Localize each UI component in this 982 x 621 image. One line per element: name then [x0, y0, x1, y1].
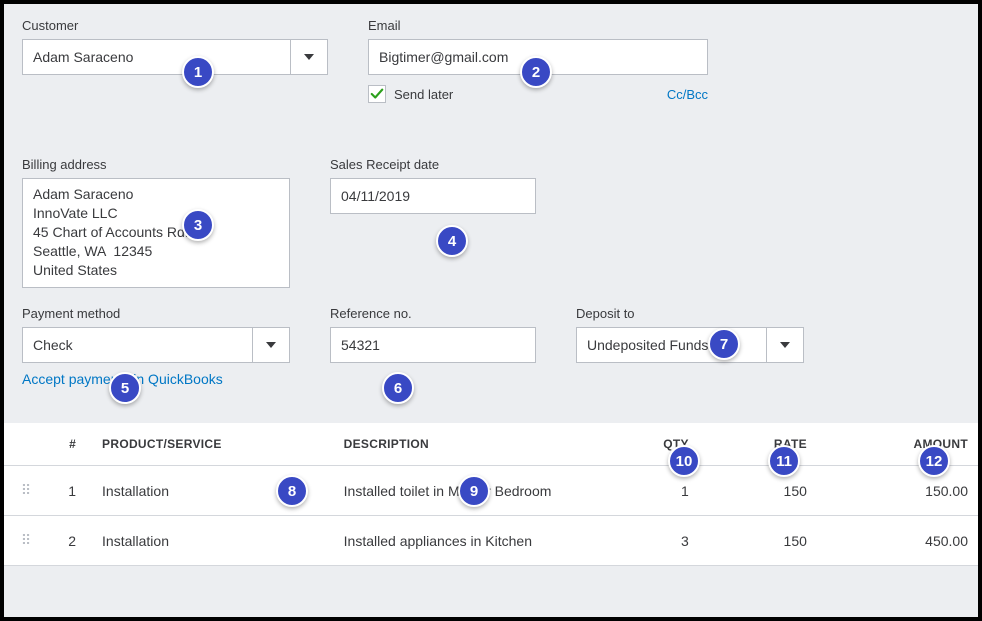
table-row[interactable]: ⠿ 2InstallationInstalled appliances in Ki… [4, 516, 978, 566]
send-later-checkbox[interactable] [368, 85, 386, 103]
drag-handle-cell[interactable]: ⠿ [4, 516, 49, 566]
payment-method-label: Payment method [22, 306, 290, 321]
chevron-down-icon [266, 342, 276, 348]
col-amount: AMOUNT [817, 423, 978, 466]
accept-payments-link[interactable]: Accept payments in QuickBooks [22, 371, 290, 387]
drag-handle-cell[interactable]: ⠿ [4, 466, 49, 516]
deposit-dropdown-toggle[interactable] [766, 327, 804, 363]
payment-method-input[interactable] [22, 327, 252, 363]
email-input[interactable] [368, 39, 708, 75]
email-label: Email [368, 18, 708, 33]
col-product: PRODUCT/SERVICE [92, 423, 334, 466]
date-field-group: Sales Receipt date [330, 157, 536, 288]
billing-label: Billing address [22, 157, 290, 172]
customer-input[interactable] [22, 39, 290, 75]
row-rate[interactable]: 150 [699, 516, 817, 566]
deposit-group: Deposit to [576, 306, 804, 387]
check-icon [370, 87, 384, 101]
col-index: # [49, 423, 92, 466]
sales-receipt-date-input[interactable] [330, 178, 536, 214]
row-index: 1 [49, 466, 92, 516]
row-qty[interactable]: 3 [613, 516, 699, 566]
billing-address-textarea[interactable] [22, 178, 290, 288]
table-row[interactable]: ⠿1InstallationInstalled toilet in Master… [4, 466, 978, 516]
row-rate[interactable]: 150 [699, 466, 817, 516]
reference-group: Reference no. [330, 306, 536, 387]
reference-input[interactable] [330, 327, 536, 363]
col-rate: RATE [699, 423, 817, 466]
row-product[interactable]: Installation [92, 466, 334, 516]
drag-handle-icon: ⠿ [21, 482, 32, 498]
send-later-label: Send later [394, 87, 453, 102]
payment-method-group: Payment method Accept payments in QuickB… [22, 306, 290, 387]
chevron-down-icon [780, 342, 790, 348]
row-amount[interactable]: 450.00 [817, 516, 978, 566]
row-amount[interactable]: 150.00 [817, 466, 978, 516]
drag-handle-icon: ⠿ [21, 532, 32, 548]
email-field-group: Email Send later Cc/Bcc [368, 18, 708, 103]
row-product[interactable]: Installation [92, 516, 334, 566]
line-items-table: # PRODUCT/SERVICE DESCRIPTION QTY RATE A… [4, 423, 978, 566]
date-label: Sales Receipt date [330, 157, 536, 172]
row-qty[interactable]: 1 [613, 466, 699, 516]
payment-method-dropdown-toggle[interactable] [252, 327, 290, 363]
ccbcc-link[interactable]: Cc/Bcc [667, 87, 708, 102]
deposit-to-input[interactable] [576, 327, 766, 363]
col-description: DESCRIPTION [334, 423, 613, 466]
col-qty: QTY [613, 423, 699, 466]
billing-field-group: Billing address [22, 157, 290, 288]
customer-field-group: Customer [22, 18, 328, 103]
row-index: 2 [49, 516, 92, 566]
deposit-label: Deposit to [576, 306, 804, 321]
col-drag [4, 423, 49, 466]
row-description[interactable]: Installed toilet in Master Bedroom [334, 466, 613, 516]
chevron-down-icon [304, 54, 314, 60]
sales-receipt-form: Customer Email Send later [0, 0, 982, 621]
reference-label: Reference no. [330, 306, 536, 321]
customer-dropdown-toggle[interactable] [290, 39, 328, 75]
customer-label: Customer [22, 18, 328, 33]
row-description[interactable]: Installed appliances in Kitchen [334, 516, 613, 566]
